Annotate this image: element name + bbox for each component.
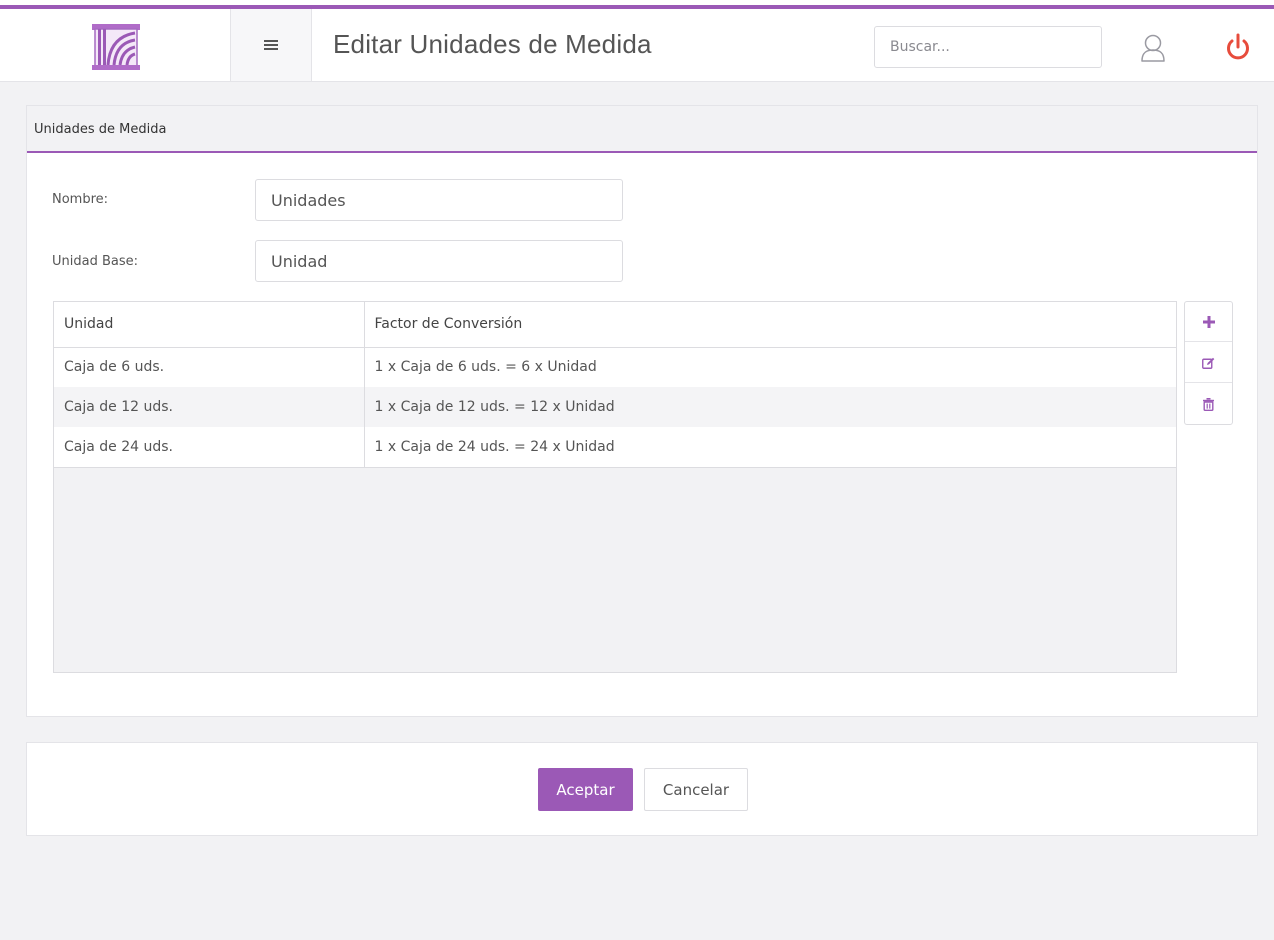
column-header-factor[interactable]: Factor de Conversión — [364, 302, 1176, 348]
power-icon[interactable] — [1225, 32, 1251, 62]
trash-icon[interactable] — [1203, 397, 1214, 411]
search-input[interactable] — [874, 26, 1102, 68]
cell-unidad: Caja de 12 uds. — [54, 387, 365, 427]
table-header-row: Unidad Factor de Conversión — [54, 302, 1176, 348]
user-icon[interactable] — [1140, 33, 1166, 63]
cell-unidad: Caja de 6 uds. — [54, 347, 365, 387]
cell-factor: 1 x Caja de 6 uds. = 6 x Unidad — [374, 359, 597, 376]
cell-unidad: Caja de 24 uds. — [54, 427, 365, 468]
conversion-table: Unidad Factor de Conversión Caja de 6 ud… — [53, 301, 1177, 673]
page-title: Editar Unidades de Medida — [333, 29, 652, 59]
accept-button[interactable]: Aceptar — [538, 768, 633, 811]
nombre-label: Nombre: — [52, 192, 109, 207]
cancel-button[interactable]: Cancelar — [644, 768, 748, 811]
plus-icon[interactable] — [1202, 315, 1215, 328]
add-row-button[interactable] — [1185, 302, 1232, 342]
nombre-field[interactable] — [255, 179, 623, 221]
actions-panel: Aceptar Cancelar — [26, 742, 1258, 836]
unidad-base-label: Unidad Base: — [52, 254, 139, 269]
menu-toggle-button[interactable] — [231, 9, 312, 81]
unidades-panel: Unidades de Medida Nombre: Unidad Base: … — [26, 105, 1258, 717]
hamburger-icon[interactable] — [264, 40, 278, 50]
unidad-base-field[interactable] — [255, 240, 623, 282]
table-row[interactable]: Caja de 12 uds. 1 x Caja de 12 uds. = 12… — [54, 387, 1176, 427]
building-columns-logo — [92, 24, 140, 70]
cell-factor: 1 x Caja de 24 uds. = 24 x Unidad — [364, 427, 1176, 468]
app-header: Editar Unidades de Medida — [0, 9, 1274, 82]
edit-icon[interactable] — [1202, 357, 1215, 369]
top-accent-stripe — [0, 0, 1274, 9]
row-actions-toolbar — [1184, 301, 1233, 425]
section-title: Unidades de Medida — [27, 106, 1257, 153]
table-row[interactable]: Caja de 6 uds. 1 x Caja de 6 uds. = 6 x … — [54, 347, 1176, 387]
table-row[interactable]: Caja de 24 uds. 1 x Caja de 24 uds. = 24… — [54, 427, 1176, 468]
cell-factor: 1 x Caja de 12 uds. = 12 x Unidad — [364, 387, 1176, 427]
logo-area — [0, 9, 231, 81]
edit-row-button[interactable] — [1185, 343, 1232, 383]
delete-row-button[interactable] — [1185, 384, 1232, 424]
column-header-unidad[interactable]: Unidad — [54, 302, 365, 348]
